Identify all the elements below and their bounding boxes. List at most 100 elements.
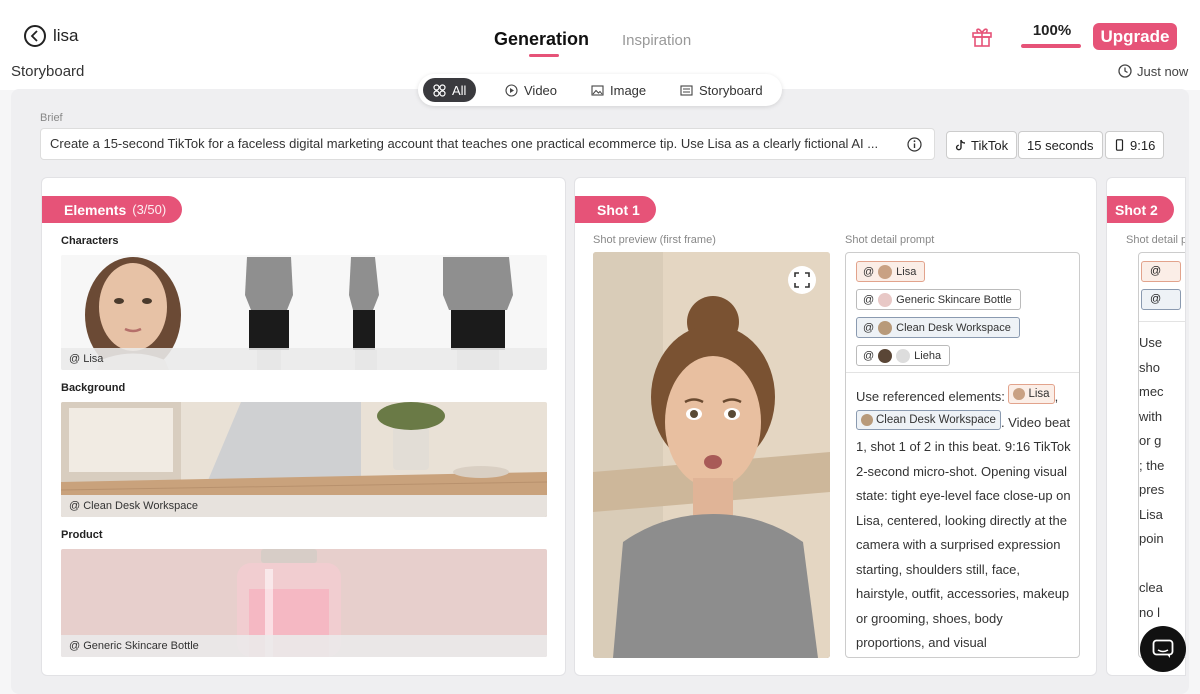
chat-support-button[interactable] xyxy=(1140,626,1186,672)
ref-tag-lieha[interactable]: @ Lieha xyxy=(856,345,951,366)
ref-tag-lisa-label: Lisa xyxy=(896,265,917,278)
upgrade-button[interactable]: Upgrade xyxy=(1093,23,1177,50)
play-circle-icon xyxy=(505,83,518,97)
elements-count: (3/50) xyxy=(132,202,167,217)
prompt-body: . Video beat 1, shot 1 of 2 in this beat… xyxy=(856,414,1071,651)
filter-all[interactable]: All xyxy=(423,78,477,102)
gift-icon[interactable] xyxy=(970,24,994,48)
platform-select[interactable]: TikTok xyxy=(946,131,1018,159)
character-element-lisa[interactable]: @ Lisa xyxy=(61,255,547,370)
prompt-tag-desk-label: Clean Desk Workspace xyxy=(876,413,996,426)
desk-avatar xyxy=(861,413,873,426)
shot-2-text-line: poin xyxy=(1139,531,1164,546)
shot-2-text-line: ; the xyxy=(1139,457,1165,473)
shot-2-prompt-box[interactable]: @ @ Use sho mec with or g ; the pres Lisa poin c… xyxy=(1138,252,1185,658)
platform-label: TikTok xyxy=(971,137,1009,153)
at-icon: @ xyxy=(863,349,875,362)
storyboard-icon xyxy=(680,84,693,96)
shot-2-text-line xyxy=(1139,552,1164,577)
elements-card: Elements (3/50) Characters @ Lisa Backgr… xyxy=(41,177,566,676)
shot-2-text-line: Use xyxy=(1139,335,1163,350)
elements-title: Elements xyxy=(64,201,127,218)
active-tab-indicator xyxy=(529,54,559,57)
info-icon[interactable] xyxy=(907,137,922,152)
shot-prompt-box[interactable]: @ Lisa @ Generic Skincare Bottle @ Clean… xyxy=(845,252,1080,658)
prompt-divider xyxy=(1139,321,1185,322)
element-caption-desk: @ Clean Desk Workspace xyxy=(61,495,547,517)
ref-tag-bottle-label: Generic Skincare Bottle xyxy=(896,293,1012,306)
prompt-tag-lisa[interactable]: Lisa xyxy=(1008,384,1055,404)
bottle-avatar xyxy=(878,292,893,307)
shot-preview-label: Shot preview (first frame) xyxy=(593,234,716,246)
tiktok-avatar xyxy=(896,348,911,363)
product-element-bottle[interactable]: @ Generic Skincare Bottle xyxy=(61,549,547,657)
ref-tag-skincare-bottle[interactable]: @ Generic Skincare Bottle xyxy=(856,289,1021,310)
filter-storyboard[interactable]: Storyboard xyxy=(670,78,773,102)
shot-2-text-line: pres xyxy=(1139,482,1165,497)
element-caption-lisa: @ Lisa xyxy=(61,348,547,370)
chevron-left-icon xyxy=(30,30,38,42)
shot-preview-frame[interactable] xyxy=(593,252,830,658)
tab-inspiration[interactable]: Inspiration xyxy=(622,32,691,49)
shot-prompt-text[interactable]: Use referenced elements: Lisa, Clean Des… xyxy=(856,384,1074,656)
brief-label: Brief xyxy=(40,112,63,124)
element-caption-bottle: @ Generic Skincare Bottle xyxy=(61,635,547,657)
filter-video[interactable]: Video xyxy=(495,78,567,102)
image-icon xyxy=(591,84,604,96)
prompt-divider xyxy=(846,372,1079,373)
filter-bar: All Video Image Storyboard xyxy=(418,74,782,106)
filter-image[interactable]: Image xyxy=(581,78,656,102)
at-icon: @ xyxy=(863,293,875,306)
shot-2-text-line: or g xyxy=(1139,433,1162,448)
portrait-ratio-icon xyxy=(1115,139,1124,151)
shot-2-text-line: with xyxy=(1139,408,1163,424)
shot-2-header: Shot 2 xyxy=(1107,196,1174,223)
shot-preview-image xyxy=(593,252,830,658)
ref-tag-lisa[interactable]: @ Lisa xyxy=(856,261,926,282)
tab-generation[interactable]: Generation xyxy=(494,29,589,50)
grid-icon xyxy=(433,83,446,97)
aspect-ratio-select[interactable]: 9:16 xyxy=(1105,131,1165,159)
prompt-intro: Use referenced elements: xyxy=(856,389,1005,404)
back-button[interactable] xyxy=(24,25,46,47)
shot-2-prompt-label: Shot detail prompt xyxy=(1126,234,1185,246)
shot-2-text-line: Lisa xyxy=(1139,506,1163,522)
brief-input[interactable]: Create a 15-second TikTok for a faceless… xyxy=(40,128,935,160)
shot-1-card: Shot 1 Shot preview (first frame) Shot d… xyxy=(574,177,1097,676)
expand-preview-button[interactable] xyxy=(788,266,816,294)
shot-1-header: Shot 1 xyxy=(575,196,656,223)
prompt-tag-desk[interactable]: Clean Desk Workspace xyxy=(856,409,1001,430)
section-label: Storyboard xyxy=(11,63,85,80)
chat-icon xyxy=(1152,639,1174,658)
credit-percent: 100% xyxy=(1032,22,1072,39)
tiktok-icon xyxy=(955,139,966,151)
shot-2-ref-tag[interactable]: @ xyxy=(1141,261,1181,282)
ref-tag-desk-workspace[interactable]: @ Clean Desk Workspace xyxy=(856,317,1020,338)
prompt-tag-lisa-label: Lisa xyxy=(1028,388,1050,400)
credit-progress-fill xyxy=(1021,44,1081,48)
filter-image-label: Image xyxy=(610,82,647,98)
shot-2-ref-tag[interactable]: @ xyxy=(1141,289,1181,310)
shot-2-text-line: clea xyxy=(1139,580,1163,595)
ref-tag-lieha-label: Lieha xyxy=(914,349,942,362)
filter-storyboard-label: Storyboard xyxy=(699,82,763,98)
elements-header: Elements (3/50) xyxy=(42,196,183,223)
at-icon: @ xyxy=(863,265,875,278)
credit-progress-bar xyxy=(1021,44,1081,48)
shot-2-text-line: sho xyxy=(1139,359,1160,375)
background-element-desk[interactable]: @ Clean Desk Workspace xyxy=(61,402,547,517)
lieha-avatar xyxy=(878,348,893,363)
shot-prompt-label: Shot detail prompt xyxy=(845,234,935,246)
project-name: lisa xyxy=(53,26,79,45)
shot-2-text-line: no l xyxy=(1139,604,1160,620)
save-timestamp: Just now xyxy=(1137,64,1189,79)
shot-2-card: Shot 2 Shot detail prompt @ @ Use sho mec w… xyxy=(1106,177,1186,676)
desk-avatar xyxy=(878,320,893,335)
clock-icon xyxy=(1118,64,1132,78)
shot-2-text-line: mec xyxy=(1139,384,1164,399)
group-title-product: Product xyxy=(61,529,103,541)
ref-tag-desk-label: Clean Desk Workspace xyxy=(896,321,1011,334)
duration-select[interactable]: 15 seconds xyxy=(1018,131,1103,159)
group-title-background: Background xyxy=(61,382,126,394)
shot-2-prompt-text: Use sho mec with or g ; the pres Lisa poin clea n… xyxy=(1139,331,1164,625)
